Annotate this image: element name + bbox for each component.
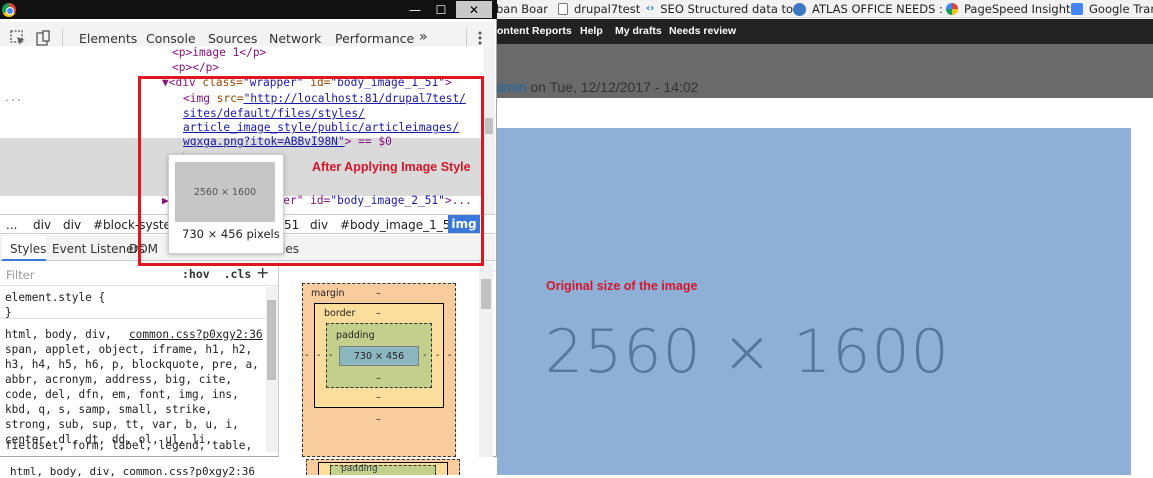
bookmark-item[interactable]: ‹› SEO Structured data to bbox=[646, 1, 793, 17]
bookmark-label: ban Boar bbox=[496, 2, 548, 16]
styles-filter-input[interactable]: Filter bbox=[6, 268, 34, 282]
rule-divider bbox=[0, 318, 266, 319]
hov-label[interactable]: :hov bbox=[182, 267, 210, 281]
admin-menu-reports[interactable]: Reports bbox=[532, 25, 572, 37]
more-tabs-chevron-icon[interactable]: » bbox=[419, 29, 428, 45]
admin-menu-my-drafts[interactable]: My drafts bbox=[615, 25, 662, 37]
tab-sources[interactable]: Sources bbox=[208, 31, 257, 46]
margin-label: margin bbox=[311, 288, 345, 299]
admin-menu-help[interactable]: Help bbox=[580, 25, 603, 37]
tree-scrollbar-thumb[interactable] bbox=[485, 118, 493, 134]
rule-selector-line: fieldset, form, label, legend, table, bbox=[5, 439, 253, 452]
devtools-title-bar: — ☐ ✕ bbox=[0, 0, 497, 19]
border-bottom-value[interactable]: – bbox=[376, 392, 381, 403]
box-model-content[interactable]: 730 × 456 bbox=[339, 346, 419, 366]
tab-console[interactable]: Console bbox=[146, 31, 196, 46]
bookmark-item[interactable]: ban Boar bbox=[496, 1, 548, 17]
original-size-annotation: Original size of the image bbox=[546, 279, 698, 293]
rule-selector-line: code, del, dfn, em, font, img, ins, bbox=[5, 388, 239, 401]
breadcrumb-item[interactable]: div bbox=[63, 218, 81, 232]
translate-icon bbox=[1071, 3, 1083, 15]
box-model-scrollbar-thumb[interactable] bbox=[481, 279, 491, 309]
document-icon bbox=[558, 3, 568, 15]
tab-performance[interactable]: Performance bbox=[335, 31, 414, 46]
author-link[interactable]: dmin bbox=[496, 79, 526, 95]
padding-label-fragment: padding bbox=[341, 464, 378, 474]
rule-source-link[interactable]: common.css?p0xgy2:36 bbox=[129, 327, 263, 342]
drupal-admin-bar: ontent Reports Help My drafts Needs revi… bbox=[480, 19, 1153, 44]
tab-styles[interactable]: Styles bbox=[10, 242, 46, 256]
bookmark-label: SEO Structured data to bbox=[660, 2, 794, 16]
rule-selector-line: span, applet, object, iframe, h1, h2, bbox=[5, 343, 253, 356]
margin-right-value[interactable]: - bbox=[448, 350, 451, 361]
after-style-annotation: After Applying Image Style bbox=[312, 160, 471, 174]
admin-menu-needs-review[interactable]: Needs review bbox=[669, 25, 736, 37]
toolbar-divider bbox=[62, 28, 63, 48]
kebab-menu-icon[interactable] bbox=[472, 30, 488, 46]
node-submitted-info: dmin on Tue, 12/12/2017 - 14:02 bbox=[496, 79, 698, 95]
hover-state-toggle[interactable]: :hov .cls bbox=[182, 267, 251, 281]
article-image bbox=[496, 128, 1131, 475]
rule-selector-line: kbd, q, s, samp, small, strike, bbox=[5, 403, 213, 416]
device-toolbar-icon[interactable] bbox=[35, 30, 51, 46]
breadcrumb-item[interactable]: div bbox=[33, 218, 51, 232]
border-left-value[interactable]: - bbox=[317, 350, 320, 361]
bookmark-label: PageSpeed Insights bbox=[964, 2, 1077, 16]
minimize-button[interactable]: — bbox=[402, 1, 428, 18]
globe-icon bbox=[793, 2, 806, 16]
border-label: border bbox=[324, 308, 356, 319]
bookmark-label: drupal7test bbox=[574, 2, 641, 16]
bookmark-item[interactable]: Google Tran bbox=[1071, 1, 1153, 17]
padding-bottom-value[interactable]: – bbox=[376, 373, 381, 384]
styles-scrollbar-thumb[interactable] bbox=[267, 300, 276, 380]
border-top-value[interactable]: – bbox=[376, 308, 381, 319]
rule-selector-fragment: html, body, div, common.css?p0xgy2:36 bbox=[10, 465, 256, 478]
margin-bottom-value[interactable]: – bbox=[376, 414, 381, 425]
pagespeed-icon bbox=[946, 3, 958, 15]
padding-right-value[interactable]: - bbox=[423, 350, 426, 361]
chrome-icon bbox=[2, 3, 16, 17]
element-style-rule[interactable]: element.style { bbox=[5, 290, 105, 305]
tab-network[interactable]: Network bbox=[269, 31, 321, 46]
rule-selector-line: abbr, acronym, address, big, cite, bbox=[5, 373, 233, 386]
bookmark-item[interactable]: ATLAS OFFICE NEEDS : bbox=[793, 1, 943, 17]
border-right-value[interactable]: - bbox=[436, 350, 439, 361]
image-dimension-text: 2560 × 1600 bbox=[545, 317, 950, 387]
bookmark-item[interactable]: drupal7test bbox=[558, 1, 640, 17]
close-button[interactable]: ✕ bbox=[456, 1, 492, 18]
inspect-element-icon[interactable] bbox=[10, 30, 26, 46]
padding-left-value[interactable]: - bbox=[329, 350, 332, 361]
bookmark-label: Google Tran bbox=[1089, 2, 1153, 16]
toolbar-divider bbox=[466, 28, 467, 48]
box-model-padding-fragment: padding bbox=[330, 464, 436, 475]
code-icon: ‹› bbox=[646, 3, 655, 14]
tab-event-listeners[interactable]: Event Listeners bbox=[52, 242, 145, 256]
cls-label[interactable]: .cls bbox=[224, 267, 252, 281]
styles-rules: element.style { } html, body, div, commo… bbox=[0, 287, 266, 457]
tree-node-p-empty[interactable]: <p></p> bbox=[172, 61, 219, 76]
rule-selector-line: strong, sub, sup, tt, var, b, u, i, bbox=[5, 418, 239, 431]
margin-top-value[interactable]: – bbox=[376, 288, 381, 299]
node-actions-ellipsis[interactable]: ... bbox=[4, 92, 22, 107]
margin-left-value[interactable]: - bbox=[305, 350, 308, 361]
rule-selector-line: h3, h4, h5, h6, p, blockquote, pre, a, bbox=[5, 358, 259, 371]
bookmark-item[interactable]: PageSpeed Insights bbox=[946, 1, 1077, 17]
admin-menu-content[interactable]: ontent bbox=[497, 25, 529, 37]
rule-selector[interactable]: html, body, div, bbox=[5, 327, 112, 342]
breadcrumb-ellipsis[interactable]: ... bbox=[6, 218, 17, 232]
bookmark-label: ATLAS OFFICE NEEDS : bbox=[812, 2, 943, 16]
submitted-date: on Tue, 12/12/2017 - 14:02 bbox=[526, 79, 699, 95]
bookmarks-bar: ban Boar drupal7test ‹› SEO Structured d… bbox=[480, 0, 1153, 18]
padding-label: padding bbox=[336, 330, 375, 341]
tree-node-p[interactable]: <p>image 1</p> bbox=[172, 46, 266, 61]
maximize-button[interactable]: ☐ bbox=[428, 1, 454, 18]
tab-elements[interactable]: Elements bbox=[79, 31, 137, 46]
